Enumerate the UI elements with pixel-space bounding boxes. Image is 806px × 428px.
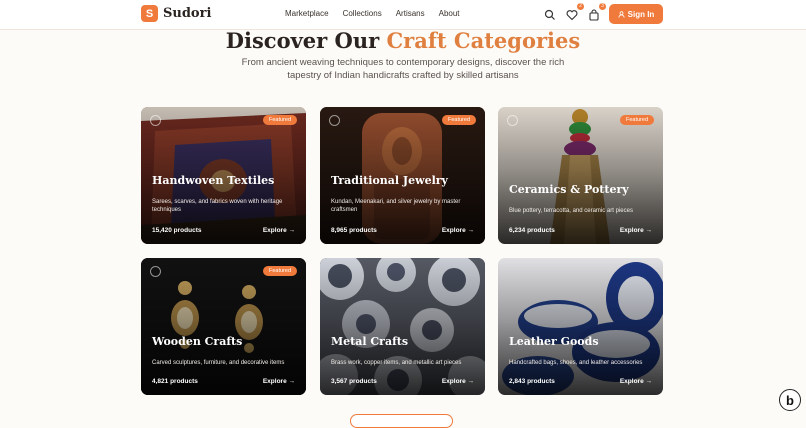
explore-link[interactable]: Explore → bbox=[442, 227, 474, 234]
card-title: Traditional Jewelry bbox=[331, 174, 448, 187]
cart-bag-icon[interactable]: 3 bbox=[588, 3, 606, 21]
card-title: Handwoven Textiles bbox=[152, 174, 275, 187]
featured-badge: Featured bbox=[441, 115, 476, 125]
featured-badge: Featured bbox=[262, 266, 297, 276]
explore-link[interactable]: Explore → bbox=[620, 378, 652, 385]
category-icon bbox=[150, 115, 161, 126]
cart-count-badge: 3 bbox=[599, 3, 606, 10]
product-count: 4,821 products bbox=[152, 378, 198, 385]
explore-link[interactable]: Explore → bbox=[620, 227, 652, 234]
logo-badge: S bbox=[141, 5, 158, 22]
wishlist-heart-icon[interactable]: 2 bbox=[566, 3, 584, 21]
card-overlay bbox=[498, 258, 663, 395]
nav-link-collections[interactable]: Collections bbox=[343, 9, 382, 18]
sign-in-button[interactable]: Sign In bbox=[609, 4, 663, 24]
card-title: Leather Goods bbox=[509, 335, 599, 348]
nav-link-about[interactable]: About bbox=[439, 9, 460, 18]
card-description: Sarees, scarves, and fabrics woven with … bbox=[152, 199, 283, 213]
page-subtitle: From ancient weaving techniques to conte… bbox=[241, 57, 565, 81]
brand-logo[interactable]: S Sudori bbox=[141, 5, 211, 22]
corner-badge-icon[interactable]: b bbox=[779, 389, 801, 411]
card-title: Metal Crafts bbox=[331, 335, 409, 348]
card-description: Handcrafted bags, shoes, and leather acc… bbox=[509, 360, 643, 366]
category-card-metal-crafts[interactable]: Metal Crafts Brass work, copper items, a… bbox=[320, 258, 485, 395]
category-icon bbox=[329, 115, 340, 126]
category-card-ceramics-pottery[interactable]: Featured Ceramics & Pottery Blue pottery… bbox=[498, 107, 663, 244]
category-card-handwoven-textiles[interactable]: Featured Handwoven Textiles Sarees, scar… bbox=[141, 107, 306, 244]
product-count: 15,420 products bbox=[152, 227, 202, 234]
explore-link[interactable]: Explore → bbox=[263, 227, 295, 234]
card-description: Kundan, Meenakari, and silver jewelry by… bbox=[331, 199, 461, 213]
category-icon bbox=[507, 115, 518, 126]
card-overlay bbox=[141, 258, 306, 395]
view-all-categories-button[interactable] bbox=[350, 414, 453, 428]
category-grid: Featured Handwoven Textiles Sarees, scar… bbox=[141, 107, 663, 395]
card-overlay bbox=[320, 258, 485, 395]
product-count: 6,234 products bbox=[509, 227, 555, 234]
user-icon bbox=[618, 10, 625, 18]
nav-link-artisans[interactable]: Artisans bbox=[396, 9, 425, 18]
search-icon[interactable] bbox=[544, 8, 556, 20]
explore-link[interactable]: Explore → bbox=[442, 378, 474, 385]
card-overlay bbox=[498, 107, 663, 244]
product-count: 3,567 products bbox=[331, 378, 377, 385]
top-navbar: S Sudori Marketplace Collections Artisan… bbox=[0, 0, 806, 30]
category-card-wooden-crafts[interactable]: Featured Wooden Crafts Carved sculptures… bbox=[141, 258, 306, 395]
nav-links: Marketplace Collections Artisans About bbox=[285, 9, 460, 18]
nav-link-marketplace[interactable]: Marketplace bbox=[285, 9, 329, 18]
category-card-traditional-jewelry[interactable]: Featured Traditional Jewelry Kundan, Mee… bbox=[320, 107, 485, 244]
sign-in-label: Sign In bbox=[627, 9, 655, 19]
title-plain: Discover Our bbox=[225, 28, 387, 53]
card-description: Brass work, copper items, and metallic a… bbox=[331, 360, 462, 366]
card-description: Carved sculptures, furniture, and decora… bbox=[152, 360, 285, 366]
featured-badge: Featured bbox=[262, 115, 297, 125]
card-description: Blue pottery, terracotta, and ceramic ar… bbox=[509, 208, 633, 214]
product-count: 2,843 products bbox=[509, 378, 555, 385]
nav-icons: 2 3 bbox=[544, 3, 606, 21]
featured-badge: Featured bbox=[619, 115, 654, 125]
explore-link[interactable]: Explore → bbox=[263, 378, 295, 385]
brand-name: Sudori bbox=[163, 6, 212, 21]
wishlist-count-badge: 2 bbox=[577, 3, 584, 10]
product-count: 8,965 products bbox=[331, 227, 377, 234]
page-title: Discover Our Craft Categories bbox=[0, 28, 806, 53]
category-icon bbox=[150, 266, 161, 277]
title-accent: Craft Categories bbox=[386, 28, 581, 53]
card-title: Wooden Crafts bbox=[152, 335, 243, 348]
card-title: Ceramics & Pottery bbox=[509, 183, 629, 196]
category-card-leather-goods[interactable]: Leather Goods Handcrafted bags, shoes, a… bbox=[498, 258, 663, 395]
